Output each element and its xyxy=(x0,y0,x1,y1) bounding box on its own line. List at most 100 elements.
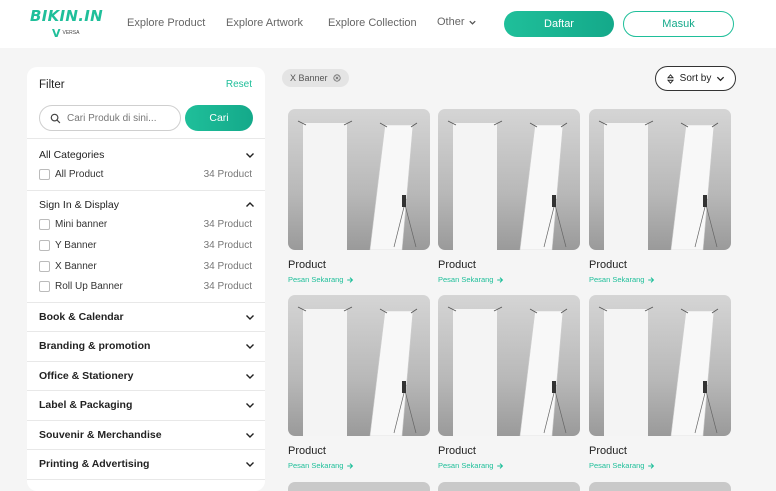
checkbox[interactable] xyxy=(39,169,50,180)
product-card[interactable]: Product Pesan Sekarang xyxy=(438,295,580,470)
product-card[interactable]: Product Pesan Sekarang xyxy=(438,109,580,284)
sort-by-dropdown[interactable]: Sort by xyxy=(655,66,736,91)
category-sign-in-display[interactable]: Sign In & Display xyxy=(39,199,255,211)
nav-other[interactable]: Other xyxy=(437,16,477,28)
checkbox[interactable] xyxy=(39,281,50,292)
option-mini-banner[interactable]: Mini banner 34 Product xyxy=(39,219,252,230)
search-field[interactable] xyxy=(39,105,181,131)
product-image[interactable] xyxy=(438,295,580,436)
option-all-product[interactable]: All Product 34 Product xyxy=(39,169,252,180)
nav-explore-product[interactable]: Explore Product xyxy=(127,17,205,29)
divider xyxy=(27,479,265,480)
chevron-down-icon xyxy=(246,462,254,467)
divider xyxy=(27,390,265,391)
product-card[interactable]: Product Pesan Sekarang xyxy=(589,295,731,470)
product-image[interactable] xyxy=(288,109,430,250)
option-count: 34 Product xyxy=(203,261,252,272)
search-icon xyxy=(50,113,61,123)
order-now-link[interactable]: Pesan Sekarang xyxy=(288,461,430,470)
daftar-button[interactable]: Daftar xyxy=(504,11,614,37)
chevron-down-icon xyxy=(246,374,254,379)
active-filter-chip[interactable]: X Banner xyxy=(282,69,349,87)
option-roll-up-banner[interactable]: Roll Up Banner 34 Product xyxy=(39,281,252,292)
nav-explore-artwork[interactable]: Explore Artwork xyxy=(226,17,303,29)
search-button[interactable]: Cari xyxy=(185,105,253,131)
divider xyxy=(27,449,265,450)
filter-title: Filter xyxy=(39,79,65,91)
divider xyxy=(27,138,265,139)
option-label: All Product xyxy=(55,169,104,180)
nav-other-label: Other xyxy=(437,16,465,28)
order-now-link[interactable]: Pesan Sekarang xyxy=(438,461,580,470)
option-count: 34 Product xyxy=(203,240,252,251)
category-label: Book & Calendar xyxy=(39,311,124,323)
masuk-button[interactable]: Masuk xyxy=(623,11,734,37)
logo-text: BIKIN.IN xyxy=(30,7,104,25)
product-card[interactable]: Product Pesan Sekarang xyxy=(288,109,430,284)
option-y-banner[interactable]: Y Banner 34 Product xyxy=(39,240,252,251)
divider xyxy=(27,420,265,421)
category-all-categories[interactable]: All Categories xyxy=(39,149,255,161)
product-title: Product xyxy=(589,259,627,271)
order-now-link[interactable]: Pesan Sekarang xyxy=(288,275,430,284)
chevron-down-icon xyxy=(246,433,254,438)
option-x-banner[interactable]: X Banner 34 Product xyxy=(39,261,252,272)
arrow-right-icon xyxy=(497,276,504,283)
category-label: Printing & Advertising xyxy=(39,458,150,470)
product-title: Product xyxy=(288,259,326,271)
product-image[interactable] xyxy=(589,295,731,436)
product-card[interactable]: Product Pesan Sekarang xyxy=(288,295,430,470)
order-now-label: Pesan Sekarang xyxy=(288,461,344,470)
option-label: Y Banner xyxy=(55,240,97,251)
category-branding-promotion[interactable]: Branding & promotion xyxy=(39,340,255,352)
divider xyxy=(27,302,265,303)
category-printing-advertising[interactable]: Printing & Advertising xyxy=(39,458,255,470)
product-image[interactable] xyxy=(438,109,580,250)
product-card-partial[interactable] xyxy=(288,482,430,491)
category-label: All Categories xyxy=(39,149,105,161)
product-card-partial[interactable] xyxy=(438,482,580,491)
chevron-up-icon xyxy=(246,202,254,207)
category-label: Souvenir & Merchandise xyxy=(39,429,162,441)
chevron-down-icon xyxy=(246,153,254,158)
option-label: Roll Up Banner xyxy=(55,281,123,292)
order-now-label: Pesan Sekarang xyxy=(288,275,344,284)
x-banner-image xyxy=(447,120,568,250)
order-now-label: Pesan Sekarang xyxy=(589,275,645,284)
category-label: Branding & promotion xyxy=(39,340,151,352)
sort-label: Sort by xyxy=(679,73,712,84)
order-now-link[interactable]: Pesan Sekarang xyxy=(589,275,731,284)
category-souvenir-merchandise[interactable]: Souvenir & Merchandise xyxy=(39,429,255,441)
option-count: 34 Product xyxy=(203,281,252,292)
order-now-label: Pesan Sekarang xyxy=(438,275,494,284)
arrow-right-icon xyxy=(347,276,354,283)
option-label: X Banner xyxy=(55,261,97,272)
category-label-packaging[interactable]: Label & Packaging xyxy=(39,399,255,411)
category-book-calendar[interactable]: Book & Calendar xyxy=(39,311,255,323)
category-label: Office & Stationery xyxy=(39,370,134,382)
order-now-link[interactable]: Pesan Sekarang xyxy=(589,461,731,470)
checkbox[interactable] xyxy=(39,240,50,251)
product-image[interactable] xyxy=(288,295,430,436)
search-input[interactable] xyxy=(67,112,177,124)
checkbox[interactable] xyxy=(39,219,50,230)
chevron-down-icon xyxy=(468,20,476,25)
product-card[interactable]: Product Pesan Sekarang xyxy=(589,109,731,284)
product-title: Product xyxy=(589,445,627,457)
filter-reset-link[interactable]: Reset xyxy=(226,79,252,90)
checkbox[interactable] xyxy=(39,261,50,272)
category-office-stationery[interactable]: Office & Stationery xyxy=(39,370,255,382)
nav-explore-collection[interactable]: Explore Collection xyxy=(328,17,417,29)
close-circle-icon[interactable] xyxy=(332,74,341,82)
product-card-partial[interactable] xyxy=(589,482,731,491)
order-now-link[interactable]: Pesan Sekarang xyxy=(438,275,580,284)
option-count: 34 Product xyxy=(203,169,252,180)
x-banner-image xyxy=(598,306,719,436)
chip-label: X Banner xyxy=(290,73,328,83)
logo[interactable]: BIKIN.IN V VERSA xyxy=(30,7,104,40)
chevron-down-icon xyxy=(717,76,725,82)
product-title: Product xyxy=(288,445,326,457)
product-image[interactable] xyxy=(589,109,731,250)
option-count: 34 Product xyxy=(203,219,252,230)
arrow-right-icon xyxy=(347,462,354,469)
